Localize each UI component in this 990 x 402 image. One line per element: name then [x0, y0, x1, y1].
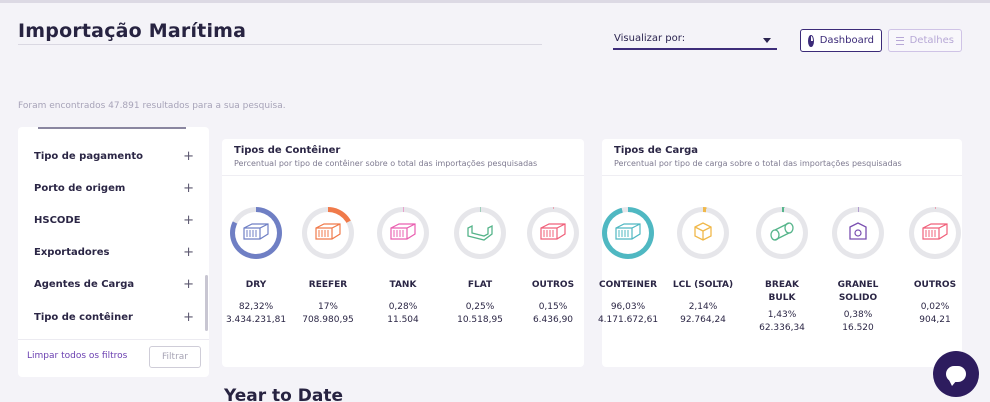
card-title: Tipos de Carga [614, 145, 699, 156]
filter-item-label: Tipo de contêiner [34, 311, 133, 323]
view-by-label: Visualizar por: [614, 33, 686, 44]
item-percent: 2,14% [688, 302, 718, 312]
container-types-card: Tipos de Contêiner Percentual por tipo d… [222, 139, 584, 367]
item-percent: 0,02% [920, 302, 950, 312]
container-cargo-icon [613, 220, 643, 246]
break-bulk-icon [768, 220, 796, 246]
filter-item-cargo-agents[interactable]: Agentes de Carga + [34, 274, 194, 294]
plus-icon: + [183, 212, 194, 228]
flat-container-ring [454, 207, 506, 259]
tank-container-ring [377, 207, 429, 259]
container-cargo-ring [602, 207, 654, 259]
view-by-select[interactable]: Visualizar por: [613, 30, 777, 50]
filter-item-label: Tipo de pagamento [34, 150, 143, 162]
dashboard-button[interactable]: Dashboard [800, 29, 882, 52]
other-container-ring [527, 207, 579, 259]
item-label: LCL (SOLTA) [672, 280, 734, 290]
bulk-solid-ring [832, 207, 884, 259]
plus-icon: + [183, 276, 194, 292]
filter-item-container-type[interactable]: Tipo de contêiner + [34, 307, 194, 327]
plus-icon: + [183, 148, 194, 164]
cargo-types-card: Tipos de Carga Percentual por tipo de ca… [598, 139, 962, 367]
title-underline [18, 44, 542, 45]
sidebar-top-bar [38, 127, 186, 129]
reefer-container-ring [302, 207, 354, 259]
card-title: Tipos de Contêiner [234, 145, 341, 156]
lcl-box-ring [677, 207, 729, 259]
year-to-date-title: Year to Date [224, 386, 344, 402]
lcl-box-icon [691, 219, 715, 247]
flat-container-icon [466, 220, 494, 246]
card-subtitle: Percentual por tipo de contêiner sobre o… [234, 159, 538, 168]
other-cargo-ring [909, 207, 961, 259]
dry-container-icon [241, 220, 271, 246]
details-button[interactable]: Detalhes [888, 29, 962, 52]
chat-bubble-icon [946, 366, 966, 386]
pie-chart-icon [808, 34, 814, 47]
card-divider [602, 175, 962, 176]
clear-filters-link[interactable]: Limpar todos os filtros [27, 351, 127, 361]
filter-item-label: Agentes de Carga [34, 278, 135, 290]
item-label: BREAK BULK [765, 280, 799, 303]
results-count: Foram encontrados 47.891 resultados para… [18, 101, 286, 111]
item-value: 904,21 [919, 315, 951, 325]
item-label: OUTROS [913, 280, 957, 290]
other-container-icon [538, 220, 568, 246]
sidebar-divider [18, 339, 209, 340]
other-cargo-icon [920, 220, 950, 246]
plus-icon: + [183, 180, 194, 196]
reefer-container-icon [313, 220, 343, 246]
page-title: Importação Marítima [18, 20, 247, 42]
filter-item-exporters[interactable]: Exportadores + [34, 242, 194, 262]
list-icon [896, 36, 904, 45]
break-bulk-ring [756, 207, 808, 259]
top-border [0, 0, 990, 3]
filter-sidebar: Tipo de pagamento + Porto de origem + HSCO… [18, 127, 209, 377]
chat-button[interactable] [933, 351, 979, 397]
sidebar-scrollbar[interactable] [205, 275, 208, 331]
filter-button[interactable]: Filtrar [149, 346, 201, 368]
card-subtitle: Percentual por tipo de carga sobre o tot… [614, 159, 902, 168]
dashboard-button-label: Dashboard [819, 35, 874, 46]
filter-item-label: Porto de origem [34, 182, 126, 194]
item-value: 92.764,24 [680, 315, 726, 325]
plus-icon: + [183, 309, 194, 325]
item-label: GRANEL SOLIDO [837, 280, 879, 303]
bulk-solid-icon [847, 220, 869, 246]
caret-down-icon [763, 38, 771, 43]
filter-item-label: HSCODE [34, 214, 81, 226]
tank-container-icon [388, 220, 418, 246]
card-divider [222, 175, 584, 176]
details-button-label: Detalhes [909, 35, 954, 46]
filter-item-payment-type[interactable]: Tipo de pagamento + [34, 146, 194, 166]
filter-item-hscode[interactable]: HSCODE + [34, 210, 194, 230]
filter-item-label: Exportadores [34, 246, 110, 258]
dry-container-ring [230, 207, 282, 259]
plus-icon: + [183, 244, 194, 260]
filter-item-origin-port[interactable]: Porto de origem + [34, 178, 194, 198]
